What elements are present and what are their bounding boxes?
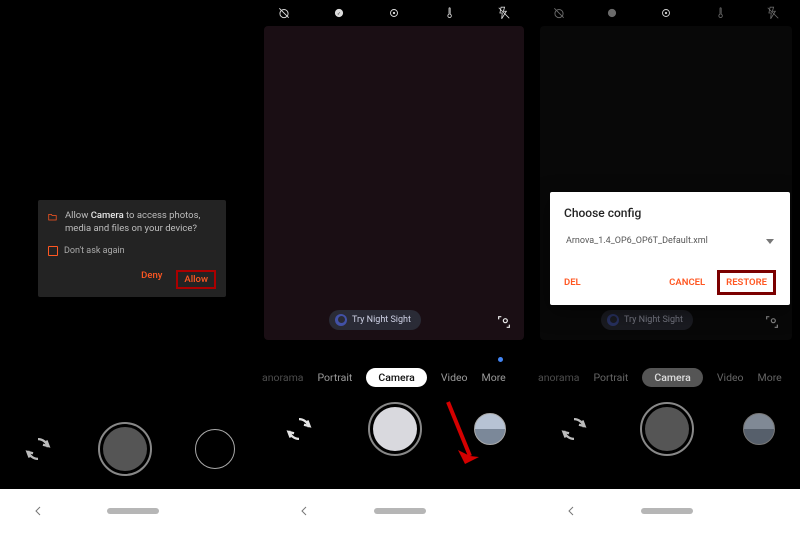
- hdr-plus-icon[interactable]: [605, 6, 619, 20]
- night-sight-label: Try Night Sight: [624, 315, 683, 325]
- flash-off-icon[interactable]: [497, 6, 511, 20]
- mode-more[interactable]: More: [482, 371, 506, 384]
- timer-off-icon[interactable]: [277, 6, 291, 20]
- deny-button[interactable]: Deny: [141, 270, 162, 289]
- motion-icon[interactable]: [387, 6, 401, 20]
- mode-camera[interactable]: Camera: [366, 368, 426, 387]
- permission-dialog: Allow Camera to access photos, media and…: [38, 200, 226, 297]
- dont-ask-again-label: Don't ask again: [64, 246, 125, 256]
- gallery-thumbnail[interactable]: [195, 429, 235, 469]
- dont-ask-again-checkbox[interactable]: Don't ask again: [48, 246, 216, 256]
- svg-text:✓: ✓: [337, 11, 341, 17]
- switch-camera-icon[interactable]: [21, 432, 55, 466]
- back-icon[interactable]: [565, 505, 577, 517]
- back-icon[interactable]: [32, 505, 44, 517]
- moon-icon: [607, 314, 619, 326]
- delete-button[interactable]: DEL: [564, 277, 581, 288]
- dialog-title: Choose config: [564, 206, 776, 220]
- mode-video[interactable]: Video: [441, 371, 468, 384]
- screenshot-config-dialog: Motion is enabled Try Night Sight Choose…: [532, 0, 800, 490]
- flash-off-icon[interactable]: [766, 6, 780, 20]
- gallery-thumbnail[interactable]: [474, 413, 506, 445]
- android-navbar: [0, 489, 800, 533]
- chevron-down-icon: [766, 239, 774, 244]
- night-sight-chip[interactable]: Try Night Sight: [329, 310, 421, 330]
- mode-more[interactable]: More: [758, 371, 782, 384]
- motion-icon[interactable]: [659, 6, 673, 20]
- shutter-button[interactable]: [368, 402, 422, 456]
- choose-config-dialog: Choose config Arnova_1.4_OP6_OP6T_Defaul…: [550, 192, 790, 305]
- aspect-ratio-icon[interactable]: [764, 314, 780, 330]
- aspect-ratio-icon[interactable]: [496, 314, 512, 330]
- home-pill[interactable]: [374, 508, 426, 514]
- moon-icon: [335, 314, 347, 326]
- screenshot-camera-main: ✓ Try Night Sight anorama Portrait Camer…: [256, 0, 532, 490]
- home-pill[interactable]: [107, 508, 159, 514]
- mode-selector[interactable]: anorama Portrait Camera Video More: [256, 362, 532, 392]
- permission-message: Allow Camera to access photos, media and…: [65, 210, 216, 236]
- screenshot-permission-dialog: Allow Camera to access photos, media and…: [0, 0, 256, 490]
- folder-icon: [48, 210, 57, 224]
- checkbox-icon: [48, 246, 58, 256]
- temperature-icon[interactable]: [713, 6, 727, 20]
- shutter-button[interactable]: [98, 422, 152, 476]
- mode-portrait[interactable]: Portrait: [317, 371, 352, 384]
- home-pill[interactable]: [641, 508, 693, 514]
- night-sight-chip[interactable]: Try Night Sight: [601, 310, 693, 330]
- mode-panorama[interactable]: anorama: [538, 371, 579, 384]
- shutter-button[interactable]: [640, 402, 694, 456]
- mode-camera[interactable]: Camera: [642, 368, 702, 387]
- config-selected-value: Arnova_1.4_OP6_OP6T_Default.xml: [566, 236, 708, 246]
- config-dropdown[interactable]: Arnova_1.4_OP6_OP6T_Default.xml: [564, 232, 776, 256]
- back-icon[interactable]: [298, 505, 310, 517]
- hdr-plus-icon[interactable]: ✓: [332, 6, 346, 20]
- mode-panorama[interactable]: anorama: [262, 371, 303, 384]
- mode-portrait[interactable]: Portrait: [593, 371, 628, 384]
- restore-button[interactable]: RESTORE: [717, 270, 776, 295]
- mode-video[interactable]: Video: [717, 371, 744, 384]
- cancel-button[interactable]: CANCEL: [669, 277, 705, 288]
- allow-button[interactable]: Allow: [176, 270, 216, 289]
- top-toolbar: ✓: [256, 0, 532, 26]
- timer-off-icon[interactable]: [552, 6, 566, 20]
- viewfinder[interactable]: Try Night Sight: [264, 26, 524, 340]
- switch-camera-icon[interactable]: [282, 412, 316, 446]
- switch-camera-icon[interactable]: [557, 412, 591, 446]
- top-toolbar: [532, 0, 800, 26]
- gallery-thumbnail[interactable]: [743, 413, 775, 445]
- night-sight-label: Try Night Sight: [352, 315, 411, 325]
- temperature-icon[interactable]: [442, 6, 456, 20]
- mode-selector[interactable]: anorama Portrait Camera Video More: [532, 362, 800, 392]
